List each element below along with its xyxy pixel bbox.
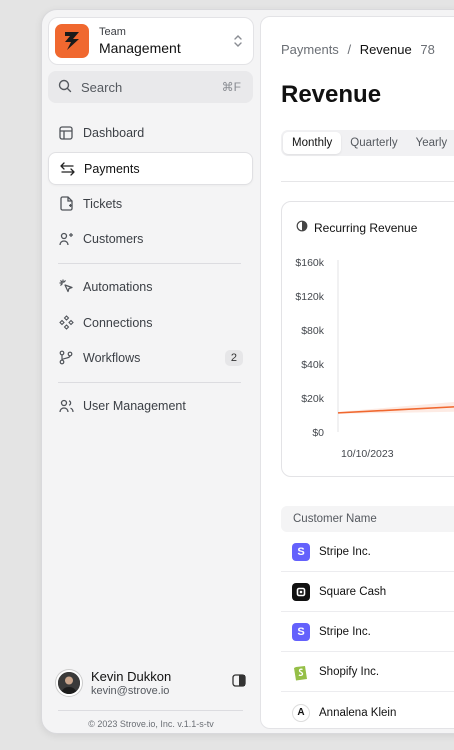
sidebar-item-label: Payments xyxy=(84,161,140,176)
sidebar-item-dashboard[interactable]: Dashboard xyxy=(48,116,253,149)
user-name: Kevin Dukkon xyxy=(91,669,172,684)
arrows-left-right-icon xyxy=(59,161,75,177)
shopify-logo-icon xyxy=(292,663,310,681)
app-window: Team Management Search ⌘F Dashboard Paym… xyxy=(41,9,454,734)
sidebar-item-label: Tickets xyxy=(83,196,123,211)
table-row[interactable]: A Annalena Klein xyxy=(281,693,454,728)
users-plus-icon xyxy=(58,231,74,247)
tab-monthly[interactable]: Monthly xyxy=(283,132,342,154)
sidebar-item-label: Connections xyxy=(83,315,153,330)
customer-name: Stripe Inc. xyxy=(319,545,371,558)
file-plus-icon xyxy=(58,196,74,212)
sidebar-item-user-management[interactable]: User Management xyxy=(48,389,253,422)
breadcrumb-current: Revenue xyxy=(359,42,412,57)
table-row[interactable]: S Stripe Inc. xyxy=(281,532,454,572)
search-bar[interactable]: Search ⌘F xyxy=(48,71,253,103)
breadcrumb-separator: / xyxy=(347,42,352,57)
sidebar-item-label: Dashboard xyxy=(83,125,145,140)
sidebar-item-workflows[interactable]: Workflows 2 xyxy=(48,341,253,374)
connections-icon xyxy=(58,315,74,331)
workflows-count-badge: 2 xyxy=(224,349,243,366)
search-icon xyxy=(58,79,72,96)
sidebar: Team Management Search ⌘F Dashboard Paym… xyxy=(42,10,260,733)
section-divider xyxy=(281,181,454,182)
avatar xyxy=(56,670,82,696)
layout-icon xyxy=(58,125,74,141)
period-tabs: Monthly Quarterly Yearly xyxy=(281,130,454,156)
sidebar-item-customers[interactable]: Customers xyxy=(48,222,253,255)
sidebar-divider xyxy=(58,382,241,383)
sidebar-divider xyxy=(58,263,241,264)
revenue-line-chart xyxy=(337,260,454,432)
breadcrumb-parent[interactable]: Payments xyxy=(281,42,339,57)
table-row[interactable]: Square Cash xyxy=(281,572,454,612)
stripe-logo-icon: S xyxy=(292,622,310,641)
search-shortcut: ⌘F xyxy=(221,80,241,94)
sidebar-item-tickets[interactable]: Tickets xyxy=(48,187,253,220)
sidebar-item-label: Customers xyxy=(83,231,144,246)
customer-initial-avatar: A xyxy=(292,703,310,722)
customer-name: Square Cash xyxy=(319,585,387,598)
user-email: kevin@strove.io xyxy=(91,685,170,697)
sidebar-item-payments[interactable]: Payments xyxy=(48,152,253,185)
table-row[interactable]: Shopify Inc. xyxy=(281,652,454,692)
sidebar-item-label: Automations xyxy=(83,279,153,294)
tab-yearly[interactable]: Yearly xyxy=(407,132,454,154)
x-tick-label: 10/10/2023 xyxy=(341,448,394,460)
team-label: Team xyxy=(99,25,126,38)
team-name: Management xyxy=(99,39,181,56)
main-panel: Payments / Revenue 78 Revenue Monthly Qu… xyxy=(260,16,454,729)
copyright-text: © 2023 Strove.io, Inc. v.1.1-s-tv xyxy=(88,719,214,729)
sidebar-item-connections[interactable]: Connections xyxy=(48,306,253,339)
square-logo-icon xyxy=(292,582,310,601)
sidebar-item-label: Workflows xyxy=(83,350,141,365)
team-logo-icon xyxy=(55,24,89,58)
customer-name: Shopify Inc. xyxy=(319,665,380,678)
customer-name: Annalena Klein xyxy=(319,706,397,719)
table-row[interactable]: S Stripe Inc. xyxy=(281,612,454,652)
confidence-band xyxy=(338,401,454,414)
recurring-revenue-card: Recurring Revenue $160k $120k $80k $40k … xyxy=(281,201,454,477)
footer-divider xyxy=(58,710,243,711)
users-icon xyxy=(58,398,74,414)
git-branch-icon xyxy=(58,350,74,366)
user-profile[interactable]: Kevin Dukkon kevin@strove.io xyxy=(56,667,246,699)
tab-quarterly[interactable]: Quarterly xyxy=(341,132,406,154)
cursor-click-icon xyxy=(58,279,74,295)
team-switcher[interactable]: Team Management xyxy=(48,17,254,65)
sidebar-toggle-icon[interactable] xyxy=(232,674,246,692)
breadcrumb: Payments / Revenue 78 xyxy=(281,42,435,57)
breadcrumb-count: 78 xyxy=(420,42,435,57)
sidebar-item-automations[interactable]: Automations xyxy=(48,270,253,303)
sidebar-item-label: User Management xyxy=(83,398,186,413)
page-title: Revenue xyxy=(281,81,382,108)
table-header-customer-name[interactable]: Customer Name xyxy=(281,506,454,532)
chevron-up-down-icon xyxy=(233,34,243,49)
stripe-logo-icon: S xyxy=(292,542,310,561)
customer-name: Stripe Inc. xyxy=(319,625,371,638)
search-label: Search xyxy=(81,79,123,95)
